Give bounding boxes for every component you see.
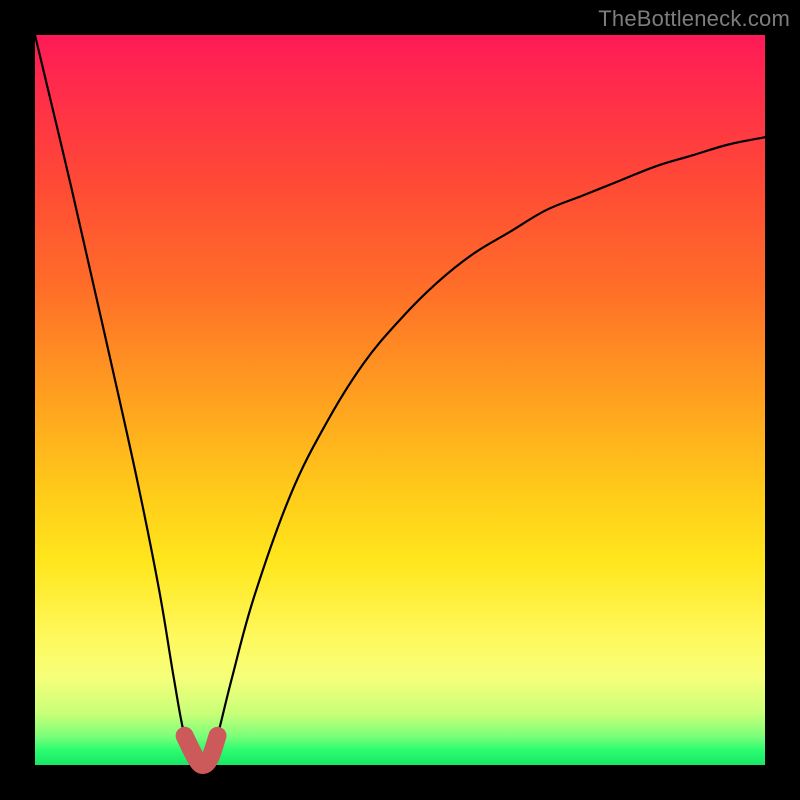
watermark-text: TheBottleneck.com: [598, 6, 790, 32]
curve-layer: [35, 35, 765, 765]
plot-area: [35, 35, 765, 765]
bottleneck-curve: [35, 35, 765, 765]
sweet-spot-highlight: [185, 736, 218, 765]
chart-frame: TheBottleneck.com: [0, 0, 800, 800]
